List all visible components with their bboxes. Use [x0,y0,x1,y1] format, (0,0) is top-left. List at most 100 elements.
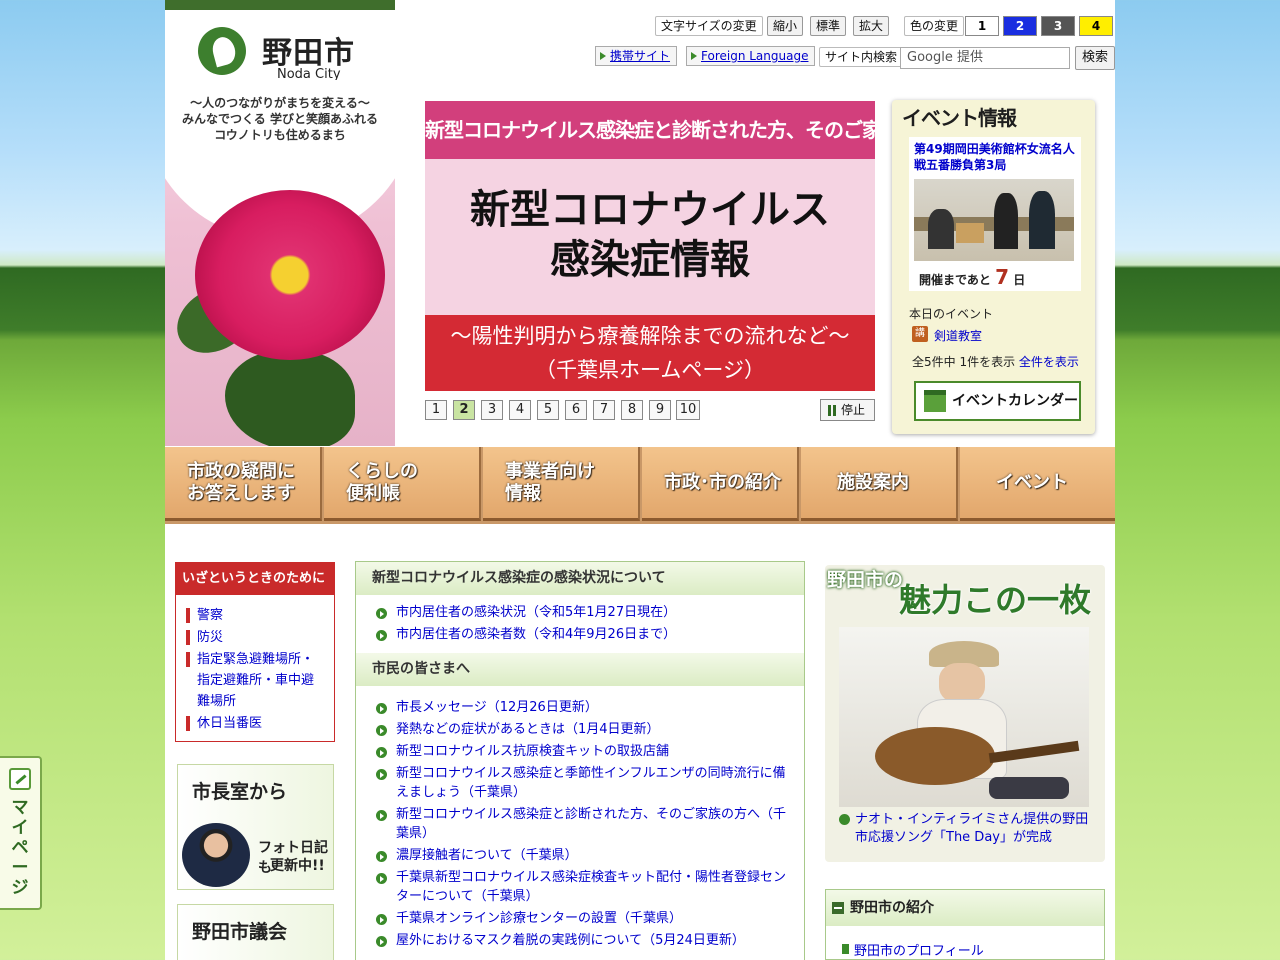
event-countdown: 開催まであと 7 日 [919,265,1026,289]
emergency-item-disaster[interactable]: 防災 [186,627,326,648]
slide-page-3[interactable]: 3 [481,400,503,420]
slideshow-stop-button[interactable]: 停止 [820,399,875,421]
page-container: 野田市 Noda City ～人のつながりがまちを変える～ みんなでつくる 学び… [165,0,1116,960]
city-intro-heading[interactable]: 野田市の紹介 [826,890,1104,926]
slide-page-6[interactable]: 6 [565,400,587,420]
event-calendar-button[interactable]: イベントカレンダー [914,381,1081,421]
list-item[interactable]: 新型コロナウイルス感染症と季節性インフルエンザの同時流行に備えましょう（千葉県） [376,764,796,802]
list-item[interactable]: 市内居住者の感染状況（令和5年1月27日現在） [376,603,796,622]
list-item[interactable]: 新型コロナウイルス感染症と診断された方、そのご家族の方へ（千葉県） [376,805,796,843]
font-normal-button[interactable]: 標準 [810,16,847,36]
mayor-office-banner[interactable]: 市長室から フォト日記も 更新中!! [177,764,334,890]
citizens-heading: 市民の皆さまへ [356,653,804,686]
mobile-site-link[interactable]: 携帯サイト [595,46,678,66]
slide-page-7[interactable]: 7 [593,400,615,420]
event-count: 全5件中 1件を表示 全件を表示 [912,355,1079,369]
calendar-icon [924,390,946,412]
today-event-item[interactable]: 講 剣道教室 [912,326,982,344]
leaf-shape [225,350,355,446]
city-charm-panel: 野田市の 魅力この一枚 ナオト・インティライミさん提供の野田市応援ソング「The… [825,565,1105,862]
noda-city-emblem-icon [198,27,246,75]
banner-top-text: 新型コロナウイルス感染症と診断された方、そのご家族の方へ [425,101,875,159]
emergency-item-police[interactable]: 警察 [186,605,326,626]
slide-page-5[interactable]: 5 [537,400,559,420]
font-large-button[interactable]: 拡大 [853,16,890,36]
utility-bar: 文字サイズの変更 縮小 標準 拡大 色の変更 1 2 3 4 携帯サイト For… [395,0,1116,80]
slide-page-9[interactable]: 9 [649,400,671,420]
list-item[interactable]: 発熱などの症状があるときは（1月4日更新） [376,720,796,739]
tagline-line-3: コウノトリも住めるまち [214,128,346,142]
global-nav: 市政の疑問に お答えします くらしの 便利帳 事業者向け 情報 市政･市の紹介 施設案… [165,447,1115,524]
nav-business[interactable]: 事業者向け 情報 [483,447,640,521]
city-council-banner[interactable]: 野田市議会 [177,904,334,960]
search-button[interactable]: 検索 [1075,46,1116,70]
mayor-title: 市長室から [192,781,288,803]
slide-page-10[interactable]: 10 [676,400,700,420]
event-info-panel: イベント情報 第49期岡田美術館杯女流名人戦五番勝負第3局 開催まであと 7 日… [892,100,1095,434]
color-option-1[interactable]: 1 [965,16,999,36]
nav-living-guide[interactable]: くらしの 便利帳 [324,447,481,521]
slide-page-8[interactable]: 8 [621,400,643,420]
pencil-note-icon [9,768,31,790]
site-search-label: サイト内検索 [819,47,904,67]
list-item[interactable]: 千葉県オンライン診療センターの設置（千葉県） [376,909,796,928]
lecture-category-icon: 講 [912,326,928,342]
color-change-label: 色の変更 [904,16,965,36]
list-item[interactable]: 屋外におけるマスク着脱の実践例について（5月24日更新） [376,931,796,950]
list-item[interactable]: 市内居住者の感染者数（令和4年9月26日まで） [376,625,796,644]
list-item[interactable]: 千葉県新型コロナウイルス感染症検査キット配付・陽性者登録センターについて（千葉県… [376,868,796,906]
logo-name-ja: 野田市 [262,36,355,71]
charm-heading-large: 魅力この一枚 [899,581,1092,619]
event-heading: イベント情報 [902,106,1017,130]
emergency-item-evacuation[interactable]: 指定緊急避難場所・指定避難所・車中避難場所 [186,649,326,712]
color-option-4[interactable]: 4 [1079,16,1113,36]
banner-slide[interactable]: 新型コロナウイルス感染症と診断された方、そのご家族の方へ 新型コロナウイルス 感… [425,101,875,391]
font-small-button[interactable]: 縮小 [767,16,804,36]
site-logo[interactable]: 野田市 Noda City [165,0,395,82]
color-option-2[interactable]: 2 [1003,16,1037,36]
mayor-sub-2: 更新中!! [270,858,325,874]
foreign-language-link[interactable]: Foreign Language [686,46,816,66]
mypage-label: マイページ [11,798,29,898]
nav-faq[interactable]: 市政の疑問に お答えします [165,447,322,521]
banner-subtitle-line-2: （千葉県ホームページ） [535,358,765,382]
mypage-tab[interactable]: マイページ [0,756,42,910]
emergency-item-holiday-doctor[interactable]: 休日当番医 [186,713,326,734]
council-title: 野田市議会 [192,921,288,943]
camellia-flower [195,190,385,360]
featured-event-card[interactable]: 第49期岡田美術館杯女流名人戦五番勝負第3局 開催まであと 7 日 [909,137,1081,291]
charm-caption[interactable]: ナオト・インティライミさん提供の野田市応援ソング「The Day」が完成 [839,811,1101,847]
banner-subtitle: ～陽性判明から療養解除までの流れなど～ （千葉県ホームページ） [425,315,875,391]
font-size-label: 文字サイズの変更 [655,16,763,36]
covid-status-heading: 新型コロナウイルス感染症の感染状況について [356,562,804,595]
color-option-3[interactable]: 3 [1041,16,1075,36]
countdown-days: 7 [995,265,1009,289]
show-all-events-link[interactable]: 全件を表示 [1019,355,1079,369]
featured-event-photo [914,179,1074,261]
banner-subtitle-line-1: ～陽性判明から療養解除までの流れなど～ [450,324,850,348]
tagline-line-1: ～人のつながりがまちを変える～ [190,96,370,110]
today-event-link[interactable]: 剣道教室 [934,329,982,343]
today-event-label: 本日のイベント [909,307,994,321]
city-profile-link[interactable]: 野田市のプロフィール [842,940,1104,959]
city-intro-panel: 野田市の紹介 野田市のプロフィール [825,889,1105,960]
nav-events[interactable]: イベント [960,447,1115,521]
mayor-photo [182,823,250,887]
emergency-box: いざというときのために 警察 防災 指定緊急避難場所・指定避難所・車中避難場所 … [175,562,335,742]
list-item[interactable]: 濃厚接触者について（千葉県） [376,846,796,865]
slide-page-2[interactable]: 2 [453,400,475,420]
search-input[interactable]: Google 提供 [900,47,1070,69]
slide-page-1[interactable]: 1 [425,400,447,420]
featured-event-link[interactable]: 第49期岡田美術館杯女流名人戦五番勝負第3局 [914,141,1079,173]
slide-page-4[interactable]: 4 [509,400,531,420]
tagline-line-2: みんなでつくる 学びと笑顔あふれる [182,112,378,126]
nav-facilities[interactable]: 施設案内 [801,447,958,521]
covid-info-panel: 新型コロナウイルス感染症の感染状況について 市内居住者の感染状況（令和5年1月2… [355,561,805,960]
charm-photo[interactable] [839,627,1089,807]
list-item[interactable]: 市長メッセージ（12月26日更新） [376,698,796,717]
list-item[interactable]: 新型コロナウイルス抗原検査キットの取扱店舗 [376,742,796,761]
emergency-heading: いざというときのために [176,563,334,595]
nav-city-info[interactable]: 市政･市の紹介 [642,447,799,521]
tagline-flower-panel: ～人のつながりがまちを変える～ みんなでつくる 学びと笑顔あふれる コウノトリも… [165,80,395,446]
banner-title: 新型コロナウイルス 感染症情報 [425,185,875,285]
